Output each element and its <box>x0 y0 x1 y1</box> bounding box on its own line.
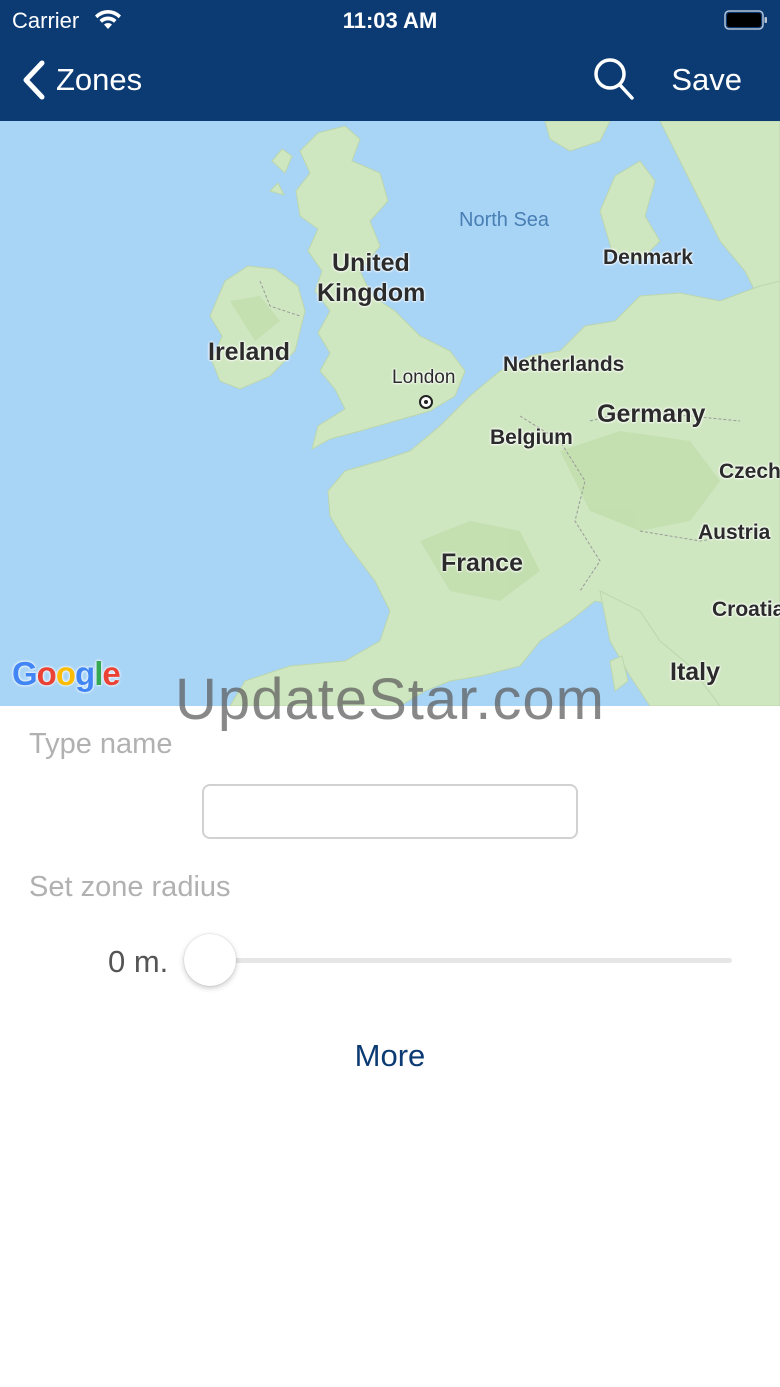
map-label-north-sea: North Sea <box>459 209 550 231</box>
city-marker-icon <box>419 395 433 409</box>
map-label-austria: Austria <box>698 521 771 544</box>
map-label-france: France <box>441 549 523 577</box>
search-icon[interactable] <box>592 56 636 102</box>
map-label-belgium: Belgium <box>490 426 573 449</box>
map-label-czech: Czech <box>719 460 780 483</box>
clock: 11:03 AM <box>342 8 438 33</box>
map-label-london: London <box>392 367 456 388</box>
battery-icon <box>724 10 767 30</box>
save-button[interactable]: Save <box>671 62 742 98</box>
map-label-germany: Germany <box>597 400 706 428</box>
google-logo: Google <box>12 655 121 692</box>
status-bar: Carrier 11:03 AM <box>0 0 780 40</box>
radius-slider-track[interactable] <box>210 958 732 963</box>
chevron-left-icon <box>23 60 45 100</box>
map-label-denmark: Denmark <box>603 246 693 269</box>
map-view[interactable]: North Sea United Kingdom Ireland London … <box>0 121 780 706</box>
name-label: Type name <box>29 728 173 760</box>
radius-value: 0 m. <box>108 944 169 979</box>
radius-label: Set zone radius <box>29 871 231 903</box>
map-label-ireland: Ireland <box>208 338 290 366</box>
map-label-united: United <box>332 249 410 277</box>
navigation-bar: Carrier 11:03 AM Zones Save <box>0 0 780 121</box>
map-label-kingdom: Kingdom <box>317 279 426 307</box>
back-button[interactable]: Zones <box>20 56 142 104</box>
map-label-croatia: Croatia <box>712 598 780 621</box>
back-label: Zones <box>56 62 143 97</box>
map-label-italy: Italy <box>670 658 721 686</box>
radius-slider-thumb[interactable] <box>184 934 236 986</box>
name-input[interactable] <box>202 784 578 839</box>
map-label-netherlands: Netherlands <box>503 353 625 376</box>
more-button[interactable]: More <box>0 1038 780 1074</box>
